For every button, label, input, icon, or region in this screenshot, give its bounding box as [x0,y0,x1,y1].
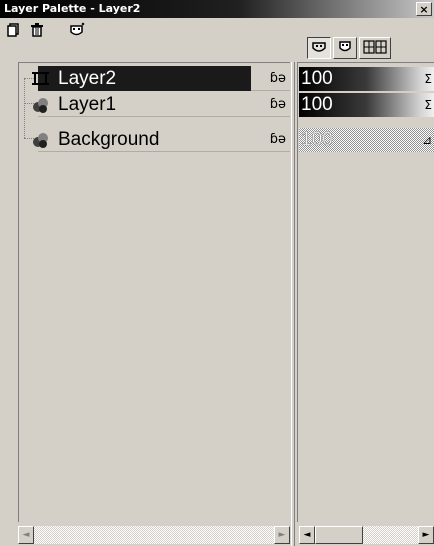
trash-icon [30,23,44,37]
layer-name: Background [58,129,160,150]
scroll-right-button[interactable]: ► [274,526,290,544]
layer-name: Layer1 [58,94,117,115]
new-layer-icon [6,23,20,37]
layer-row-layer2[interactable]: Layer2 ɓə [32,66,290,91]
layer-palette-window: Layer Palette - Layer2 × Layer2 ɓə Layer… [0,0,434,546]
opacity-value: 100 [301,68,333,89]
layer-name: Layer2 [58,68,117,89]
scroll-thumb[interactable] [315,526,363,544]
visibility-glasses-icon[interactable]: ɓə [270,92,286,117]
close-icon: × [419,3,429,16]
new-layer-button[interactable] [2,20,24,40]
scroll-right-button[interactable]: ► [418,526,434,544]
raster-layer-icon [30,95,50,115]
opacity-arrow-icon: Σ [424,98,432,112]
opacity-value: 100 [301,129,333,151]
opacity-slider-layer1[interactable]: 100 Σ [299,93,434,117]
raster-layer-icon [30,130,50,150]
visibility-glasses-icon[interactable]: ɓə [270,127,286,152]
layer-visibility-tab-icon [311,39,327,58]
arrow-right-icon: ► [278,530,286,540]
opacity-arrow-icon: ⊿ [421,133,432,147]
visibility-glasses-icon[interactable]: ɓə [270,66,286,91]
window-title: Layer Palette - Layer2 [4,2,141,15]
layer-list-hscrollbar[interactable]: ◄ ► [18,526,290,544]
tab-mask[interactable] [333,37,357,59]
tab-layer-groups[interactable] [359,37,391,59]
tree-line [24,78,25,138]
scroll-left-button[interactable]: ◄ [18,526,34,544]
layer-groups-tab-icon [363,39,387,58]
arrow-left-icon: ◄ [303,530,311,540]
title-bar[interactable]: Layer Palette - Layer2 × [0,0,434,18]
scroll-left-button[interactable]: ◄ [299,526,315,544]
opacity-hscrollbar[interactable]: ◄ ► [299,526,434,544]
layer-row-layer1[interactable]: Layer1 ɓə [33,92,290,117]
arrow-left-icon: ◄ [22,530,30,540]
arrow-right-icon: ► [422,530,430,540]
pane-divider[interactable] [291,62,295,546]
opacity-slider-layer2[interactable]: 100 Σ [299,67,434,91]
mask-tab-icon [338,39,352,58]
vector-layer-icon [30,69,50,89]
close-button[interactable]: × [416,2,432,16]
add-mask-button[interactable] [66,20,88,40]
tab-layer-visibility[interactable] [307,37,331,59]
opacity-value: 100 [301,94,333,115]
layer-row-background[interactable]: Background ɓə [33,127,290,152]
opacity-arrow-icon: Σ [424,72,432,86]
mask-icon [69,22,85,38]
opacity-slider-background[interactable]: 100 ⊿ [299,128,434,152]
delete-layer-button[interactable] [26,20,48,40]
